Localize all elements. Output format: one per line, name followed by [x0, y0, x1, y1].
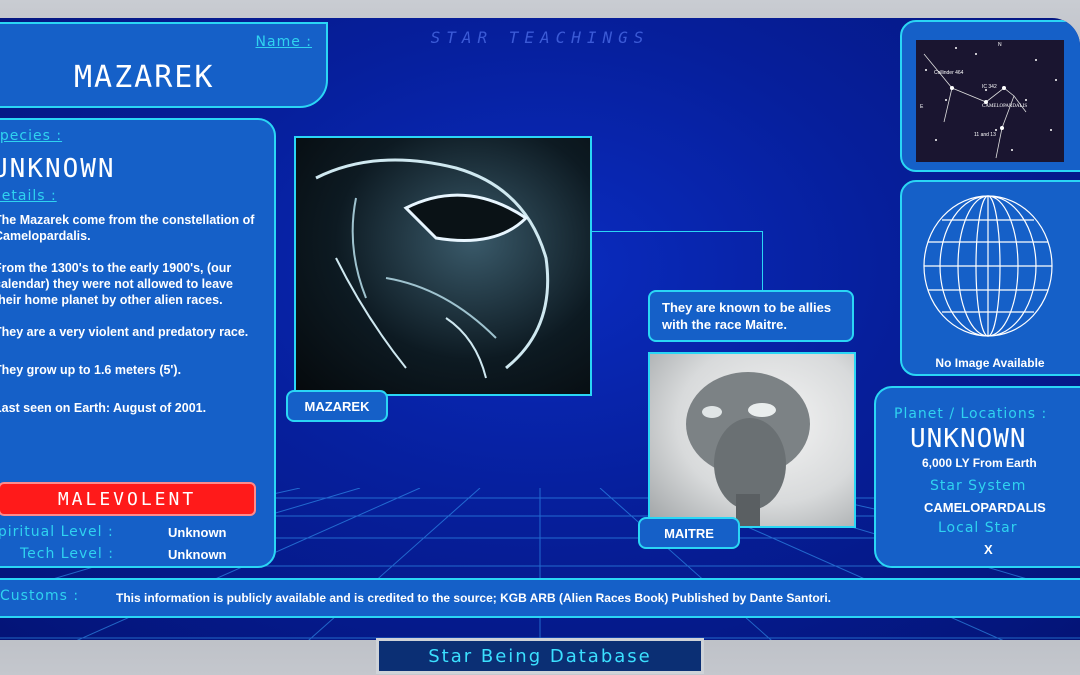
map-label-n: N	[998, 42, 1002, 48]
planet-value: UNKNOWN	[910, 424, 1027, 454]
details-paragraph: From the 1300's to the early 1900's, (ou…	[0, 261, 233, 307]
details-paragraph: They grow up to 1.6 meters (5').	[0, 363, 182, 377]
globe-panel: No Image Available	[900, 180, 1080, 376]
maitre-caption: MAITRE	[638, 517, 740, 549]
screen: STAR TEACHINGS Name : MAZAREK Species : …	[0, 18, 1080, 640]
frame: STAR TEACHINGS Name : MAZAREK Species : …	[0, 0, 1080, 675]
star-map-panel: Collinder 464 IC 342 CAMELOPARDALIS N E …	[900, 20, 1080, 172]
maitre-image	[648, 352, 856, 528]
header-title: STAR TEACHINGS	[430, 28, 650, 47]
tech-level-value: Unknown	[168, 547, 227, 562]
species-label: Species :	[0, 128, 63, 144]
map-label-stars: 11 and 13	[974, 132, 996, 138]
details-panel: Species : UNKNOWN Details : The Mazarek …	[0, 118, 276, 568]
connector-line	[592, 231, 762, 232]
local-star-value: X	[984, 542, 993, 557]
spiritual-level-label: Spiritual Level :	[0, 524, 114, 540]
local-star-label: Local Star	[938, 520, 1018, 536]
star-system-label: Star System	[930, 478, 1027, 494]
footer-title-box: Star Being Database	[376, 638, 704, 674]
name-panel: Name : MAZAREK	[0, 22, 328, 108]
relation-note: They are known to be allies with the rac…	[648, 290, 854, 342]
maitre-portrait-art	[686, 372, 810, 526]
planet-panel: Planet / Locations : UNKNOWN 6,000 LY Fr…	[874, 386, 1080, 568]
constellation-chart	[923, 47, 1057, 159]
globe-caption: No Image Available	[935, 356, 1045, 370]
tech-level-label: Tech Level :	[20, 546, 114, 562]
star-system-value: CAMELOPARDALIS	[924, 500, 1046, 515]
globe-icon	[923, 195, 1053, 337]
details-paragraph: Last seen on Earth: August of 2001.	[0, 401, 207, 415]
customs-label: Customs :	[0, 588, 80, 604]
details-paragraph: They are a very violent and predatory ra…	[0, 325, 249, 339]
name-label: Name :	[255, 34, 312, 50]
species-value: UNKNOWN	[0, 154, 116, 184]
connector-line	[762, 231, 763, 291]
footer-title: Star Being Database	[428, 645, 652, 667]
details-label: Details :	[0, 188, 57, 204]
star-map-image: Collinder 464 IC 342 CAMELOPARDALIS N E …	[916, 40, 1064, 162]
map-label-ic: IC 342	[982, 84, 997, 90]
alignment-badge: MALEVOLENT	[0, 482, 256, 516]
planet-distance: 6,000 LY From Earth	[922, 456, 1037, 470]
mazarek-image	[294, 136, 592, 396]
details-paragraph: The Mazarek come from the constellation …	[0, 213, 255, 243]
species-name: MAZAREK	[74, 60, 215, 95]
mazarek-caption: MAZAREK	[286, 390, 388, 422]
planet-label: Planet / Locations :	[894, 406, 1048, 422]
alien-portrait-art	[315, 158, 550, 379]
map-label-e: E	[920, 104, 924, 110]
customs-text: This information is publicly available a…	[116, 591, 832, 605]
map-label-name: CAMELOPARDALIS	[982, 104, 1028, 109]
map-label-collinder: Collinder 464	[934, 70, 964, 76]
customs-bar: Customs : This information is publicly a…	[0, 578, 1080, 618]
details-text: The Mazarek come from the constellation …	[0, 212, 262, 416]
spiritual-level-value: Unknown	[168, 525, 227, 540]
